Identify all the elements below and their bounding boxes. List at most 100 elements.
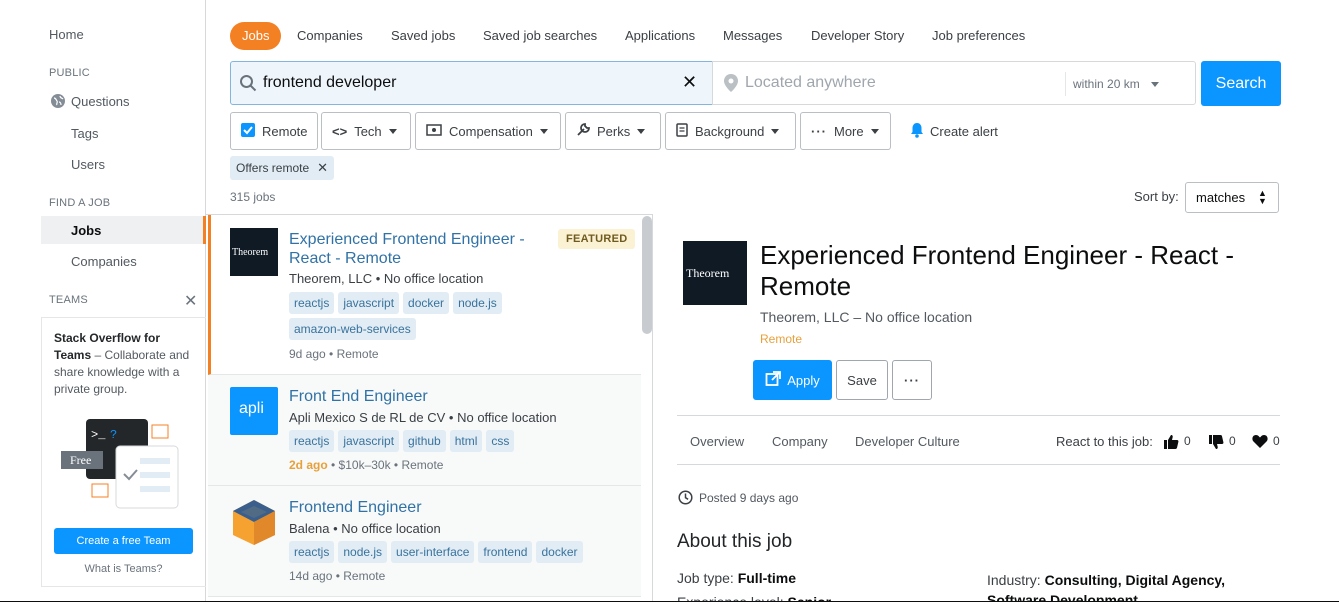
tag[interactable]: html — [449, 430, 483, 452]
sidebar-item-jobs[interactable]: Jobs — [71, 223, 101, 238]
tab-companies[interactable]: Companies — [297, 22, 363, 50]
remove-filter-icon[interactable]: ✕ — [317, 160, 328, 176]
detail-company-logo: Theorem — [683, 241, 747, 305]
more-filter-label: More — [834, 123, 864, 139]
detail-tab-developer-culture[interactable]: Developer Culture — [855, 434, 960, 449]
sidebar-item-home[interactable]: Home — [49, 27, 84, 42]
search-button[interactable]: Search — [1201, 61, 1281, 106]
create-team-button[interactable]: Create a free Team — [54, 528, 193, 554]
job-meta: 2d ago • $10k–30k • Remote — [289, 458, 443, 472]
apply-button[interactable]: Apply — [753, 360, 832, 400]
sidebar-section-public: PUBLIC — [49, 67, 90, 79]
tag[interactable]: css — [486, 430, 515, 452]
save-button[interactable]: Save — [836, 360, 888, 400]
background-filter-button[interactable]: Background — [665, 112, 796, 150]
more-filter-button[interactable]: ··· More — [800, 112, 891, 150]
job-title[interactable]: Frontend Engineer — [289, 498, 422, 517]
remote-filter-button[interactable]: Remote — [230, 112, 318, 150]
sidebar-item-tags[interactable]: Tags — [71, 126, 98, 141]
tab-job-preferences[interactable]: Job preferences — [932, 22, 1025, 50]
location-pin-icon — [724, 74, 738, 95]
tag[interactable]: node.js — [453, 292, 502, 314]
document-icon — [676, 122, 688, 140]
tab-developer-story[interactable]: Developer Story — [811, 22, 904, 50]
tag[interactable]: javascript — [338, 430, 400, 452]
detail-tabs-top-divider — [677, 415, 1280, 416]
job-title[interactable]: Front End Engineer — [289, 387, 428, 406]
tab-applications[interactable]: Applications — [625, 22, 695, 50]
tab-jobs[interactable]: Jobs — [230, 22, 282, 50]
tag[interactable]: reactjs — [289, 541, 335, 563]
chevron-down-icon — [870, 128, 879, 134]
tab-saved-jobs[interactable]: Saved jobs — [391, 22, 455, 50]
sort-label: Sort by: — [1134, 189, 1179, 204]
location-divider — [1065, 72, 1066, 96]
about-heading: About this job — [677, 531, 793, 552]
search-icon — [239, 74, 257, 95]
job-type-row: Job type: Full-time — [677, 570, 796, 586]
remote-filter-label: Remote — [262, 123, 308, 139]
job-card[interactable]: Frontend Engineer Balena • No office loc… — [208, 486, 641, 597]
code-icon: <> — [332, 123, 348, 139]
featured-badge: FEATURED — [558, 229, 636, 249]
perks-filter-button[interactable]: Perks — [565, 112, 661, 150]
svg-text:>_: >_ — [91, 428, 106, 442]
active-filter-chip: Offers remote ✕ — [230, 156, 335, 180]
clear-search-icon[interactable]: ✕ — [682, 72, 697, 93]
location-input[interactable]: Located anywhere — [745, 74, 876, 92]
svg-text:?: ? — [110, 428, 117, 442]
sidebar-item-companies[interactable]: Companies — [71, 254, 137, 269]
sort-select[interactable]: matches ▲ ▼ — [1185, 182, 1279, 213]
company-logo-text: apli — [239, 400, 264, 417]
wrench-icon — [576, 122, 590, 140]
tab-messages[interactable]: Messages — [723, 22, 782, 50]
tag[interactable]: user-interface — [391, 541, 475, 563]
detail-tab-company[interactable]: Company — [772, 434, 828, 449]
tag[interactable]: frontend — [478, 541, 533, 563]
tag[interactable]: amazon-web-services — [289, 318, 416, 340]
likes-count: 0 — [1184, 434, 1191, 448]
tab-saved-job-searches[interactable]: Saved job searches — [483, 22, 597, 50]
dislikes-count: 0 — [1229, 434, 1236, 448]
job-company: Apli Mexico S de RL de CV • No office lo… — [289, 410, 557, 425]
heart-icon[interactable] — [1252, 434, 1268, 451]
compensation-filter-label: Compensation — [449, 123, 533, 139]
thumbs-up-icon[interactable] — [1163, 434, 1179, 452]
job-tags: reactjs node.js user-interface frontend … — [289, 541, 583, 563]
results-count: 315 jobs — [230, 190, 276, 204]
more-options-button[interactable]: ··· — [892, 360, 932, 400]
tag[interactable]: github — [403, 430, 446, 452]
thumbs-down-icon[interactable] — [1208, 435, 1224, 453]
tag[interactable]: reactjs — [289, 292, 335, 314]
detail-company[interactable]: Theorem, LLC – No office location — [760, 309, 972, 325]
compensation-filter-button[interactable]: Compensation — [415, 112, 561, 150]
search-input[interactable]: frontend developer — [263, 74, 396, 92]
job-card[interactable]: apli Front End Engineer Apli Mexico S de… — [208, 375, 641, 486]
external-link-icon — [765, 370, 782, 390]
tag[interactable]: node.js — [338, 541, 388, 563]
tag[interactable]: javascript — [338, 292, 400, 314]
distance-select[interactable]: within 20 km — [1073, 77, 1140, 91]
company-logo: apli — [230, 387, 278, 435]
job-type-label: Job type: — [677, 570, 738, 586]
free-badge: Free — [70, 453, 92, 467]
close-icon[interactable]: ✕ — [184, 291, 197, 311]
job-card[interactable]: Theorem Experienced Frontend Engineer - … — [208, 215, 641, 375]
react-label: React to this job: — [1056, 434, 1153, 449]
list-scrollbar[interactable] — [642, 216, 652, 334]
tag[interactable]: docker — [536, 541, 583, 563]
company-logo — [230, 498, 278, 546]
apply-button-label: Apply — [787, 372, 820, 388]
create-alert-button[interactable]: Create alert — [910, 122, 998, 141]
job-title[interactable]: Experienced Frontend Engineer - React - … — [289, 230, 544, 268]
sort-arrows-icon: ▲ ▼ — [1258, 188, 1267, 206]
sidebar-item-questions[interactable]: Questions — [71, 94, 130, 109]
what-is-teams-link[interactable]: What is Teams? — [42, 563, 205, 575]
sidebar-item-users[interactable]: Users — [71, 157, 105, 172]
detail-tab-overview[interactable]: Overview — [690, 434, 744, 449]
ellipsis-icon: ··· — [811, 123, 827, 139]
tag[interactable]: docker — [403, 292, 450, 314]
teams-illustration: >_ ? Free — [54, 416, 184, 511]
tech-filter-button[interactable]: <> Tech — [321, 112, 411, 150]
tag[interactable]: reactjs — [289, 430, 335, 452]
